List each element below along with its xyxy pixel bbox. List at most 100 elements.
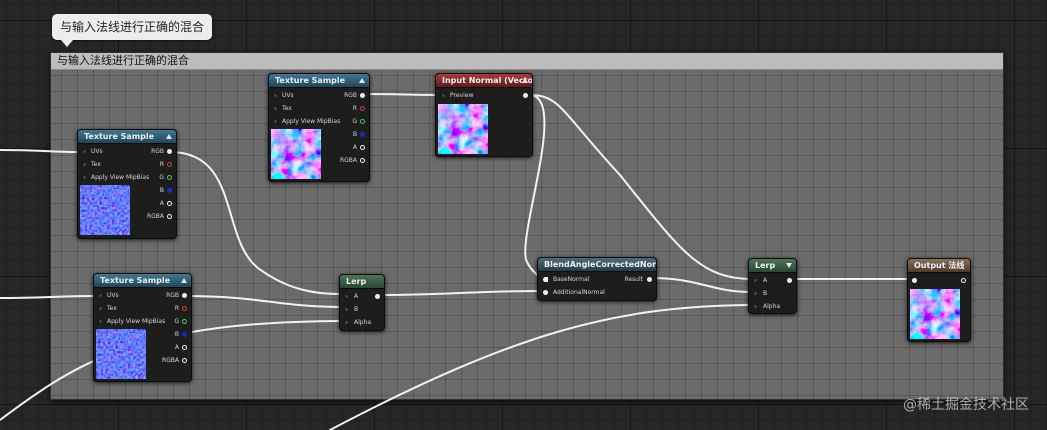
rgb-out-pin[interactable]: [360, 93, 365, 98]
a-out-pin[interactable]: [360, 145, 365, 150]
pin-label-r: R: [174, 305, 179, 312]
rgba-out-pin[interactable]: [182, 358, 187, 363]
blend-angle-corrected-normals-node[interactable]: BlendAngleCorrectedNormals BaseNormal Re…: [537, 257, 657, 301]
node-title-text: Output 法线: [914, 261, 965, 270]
pin-label-apply-view-mipbias: Apply View MipBias: [107, 318, 166, 325]
pin-label-additional-normal: AdditionalNormal: [553, 289, 605, 296]
pin-label-g: G: [352, 118, 357, 125]
lerp-node-2[interactable]: Lerp A B Alpha: [748, 258, 797, 314]
pin-label-rgb: RGB: [344, 92, 357, 99]
node-title-text: BlendAngleCorrectedNormals: [544, 260, 656, 269]
pin-label-g: G: [159, 174, 164, 181]
collapse-arrow-icon[interactable]: [181, 278, 187, 283]
pin-label-rgba: RGBA: [146, 213, 164, 220]
b-out-pin[interactable]: [360, 132, 365, 137]
apply-view-mipbias-pin[interactable]: [273, 119, 278, 124]
node-title[interactable]: Texture Sample: [269, 74, 369, 88]
node-title[interactable]: Lerp: [749, 259, 796, 273]
collapse-arrow-icon[interactable]: [359, 78, 365, 83]
a-in-pin[interactable]: [344, 294, 349, 299]
pin-label-r: R: [159, 161, 164, 168]
uvs-pin[interactable]: [82, 149, 87, 154]
rgb-out-pin[interactable]: [182, 293, 187, 298]
texture-preview-thumbnail: [80, 185, 130, 235]
rgba-out-pin[interactable]: [167, 214, 172, 219]
rgb-out-pin[interactable]: [167, 149, 172, 154]
texture-sample-node-left[interactable]: Texture Sample UVs Tex Apply View MipBia…: [77, 129, 177, 239]
r-out-pin[interactable]: [182, 306, 187, 311]
node-title-text: Texture Sample: [100, 276, 171, 285]
node-title[interactable]: Lerp: [340, 275, 384, 289]
node-title[interactable]: Input Normal (Vector3): [436, 74, 532, 88]
apply-view-mipbias-pin[interactable]: [98, 319, 103, 324]
result-out-pin[interactable]: [375, 294, 380, 299]
g-out-pin[interactable]: [360, 119, 365, 124]
comment-header[interactable]: 与输入法线进行正确的混合: [51, 53, 1003, 70]
tex-pin[interactable]: [273, 106, 278, 111]
collapse-arrow-icon[interactable]: [166, 134, 172, 139]
a-out-pin[interactable]: [167, 201, 172, 206]
alpha-in-pin[interactable]: [344, 320, 349, 325]
apply-view-mipbias-pin[interactable]: [82, 175, 87, 180]
output-in-pin[interactable]: [912, 278, 917, 283]
pin-label-a: A: [763, 277, 768, 284]
input-normal-node[interactable]: Input Normal (Vector3) Preview: [435, 73, 533, 157]
pin-label-alpha: Alpha: [354, 319, 372, 326]
preview-in-pin[interactable]: [441, 93, 446, 98]
result-out-pin[interactable]: [787, 278, 792, 283]
alpha-in-pin[interactable]: [753, 304, 758, 309]
collapse-arrow-icon[interactable]: [522, 78, 528, 83]
pin-label-uvs: UVs: [91, 148, 103, 155]
node-title[interactable]: Texture Sample: [94, 274, 191, 288]
r-out-pin[interactable]: [360, 106, 365, 111]
b-out-pin[interactable]: [167, 188, 172, 193]
texture-sample-node-top[interactable]: Texture Sample UVs Tex Apply View MipBia…: [268, 73, 370, 182]
base-normal-in-pin[interactable]: [543, 277, 548, 282]
pin-label-tex: Tex: [282, 105, 292, 112]
pin-label-b: B: [763, 290, 768, 297]
node-title[interactable]: BlendAngleCorrectedNormals: [538, 258, 656, 272]
collapse-arrow-icon[interactable]: [786, 263, 792, 268]
output-normal-node[interactable]: Output 法线: [907, 258, 971, 342]
node-title[interactable]: Output 法线: [908, 259, 970, 273]
b-in-pin[interactable]: [753, 291, 758, 296]
b-in-pin[interactable]: [344, 307, 349, 312]
input-normal-preview-thumbnail: [438, 104, 488, 154]
pin-label-rgb: RGB: [166, 292, 179, 299]
pin-label-tex: Tex: [107, 305, 117, 312]
pin-label-rgba: RGBA: [339, 157, 357, 164]
r-out-pin[interactable]: [167, 162, 172, 167]
tex-pin[interactable]: [98, 306, 103, 311]
pin-label-a: A: [159, 200, 164, 207]
rgba-out-pin[interactable]: [360, 158, 365, 163]
g-out-pin[interactable]: [182, 319, 187, 324]
preview-out-pin[interactable]: [523, 93, 528, 98]
pin-label-rgba: RGBA: [161, 357, 179, 364]
pin-label-a: A: [174, 344, 179, 351]
pin-label-b: B: [159, 187, 164, 194]
node-title-text: Input Normal (Vector3): [442, 76, 532, 85]
pin-label-apply-view-mipbias: Apply View MipBias: [282, 118, 341, 125]
pin-label-r: R: [352, 105, 357, 112]
pin-label-uvs: UVs: [107, 292, 119, 299]
pin-label-uvs: UVs: [282, 92, 294, 99]
texture-sample-node-bottom[interactable]: Texture Sample UVs Tex Apply View MipBia…: [93, 273, 192, 382]
g-out-pin[interactable]: [167, 175, 172, 180]
pin-label-preview: Preview: [450, 92, 474, 99]
watermark: @稀土掘金技术社区: [903, 397, 1029, 413]
pin-label-tex: Tex: [91, 161, 101, 168]
comment-bubble[interactable]: 与输入法线进行正确的混合: [52, 14, 213, 47]
tex-pin[interactable]: [82, 162, 87, 167]
lerp-node-1[interactable]: Lerp A B Alpha: [339, 274, 385, 331]
uvs-pin[interactable]: [273, 93, 278, 98]
b-out-pin[interactable]: [182, 332, 187, 337]
output-out-pin[interactable]: [961, 278, 966, 283]
pin-label-alpha: Alpha: [763, 303, 781, 310]
uvs-pin[interactable]: [98, 293, 103, 298]
a-in-pin[interactable]: [753, 278, 758, 283]
result-out-pin[interactable]: [647, 277, 652, 282]
pin-label-apply-view-mipbias: Apply View MipBias: [91, 174, 150, 181]
a-out-pin[interactable]: [182, 345, 187, 350]
node-title[interactable]: Texture Sample: [78, 130, 176, 144]
additional-normal-in-pin[interactable]: [543, 290, 548, 295]
